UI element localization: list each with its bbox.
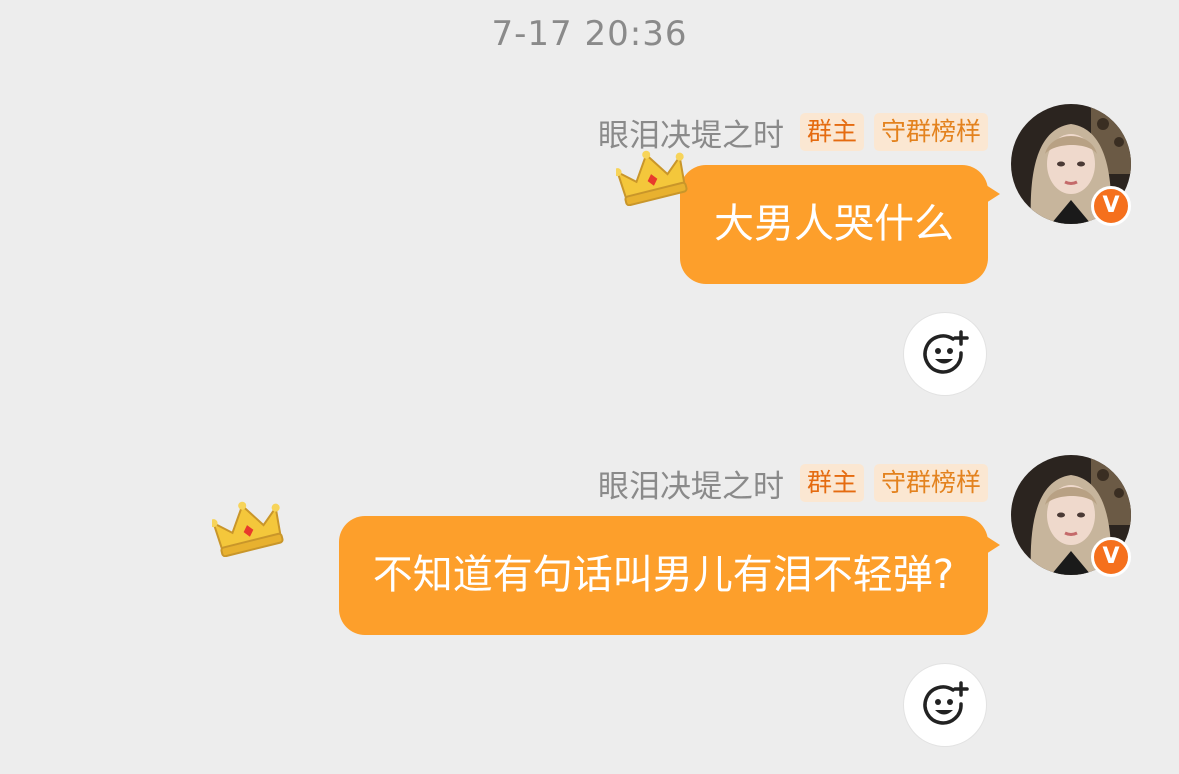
message-1: 眼泪决堤之时 群主 守群榜样 大男人哭什么 V (0, 104, 1179, 402)
owner-badge: 群主 (799, 113, 864, 151)
message-bubble[interactable]: 不知道有句话叫男儿有泪不轻弹? (338, 516, 1001, 635)
message-bubble[interactable]: 大男人哭什么 (680, 165, 1000, 284)
crown-icon (212, 501, 284, 557)
timestamp: 7-17 20:36 (491, 14, 688, 54)
sender-name[interactable]: 眼泪决堤之时 (598, 461, 784, 506)
crown-icon (616, 150, 688, 206)
add-reaction-icon (923, 330, 969, 374)
add-reaction-button[interactable] (904, 664, 986, 746)
verified-v-icon: V (1091, 537, 1131, 577)
owner-badge: 群主 (799, 464, 864, 502)
add-reaction-icon (923, 681, 969, 725)
role-badge: 守群榜样 (873, 113, 988, 151)
message-text: 不知道有句话叫男儿有泪不轻弹? (372, 552, 954, 598)
message-header: 眼泪决堤之时 群主 守群榜样 (598, 112, 988, 154)
message-text: 大男人哭什么 (714, 201, 954, 247)
add-reaction-button[interactable] (904, 313, 986, 395)
message-2: 眼泪决堤之时 群主 守群榜样 不知道有句话叫男儿有泪不轻弹? V (0, 455, 1179, 753)
verified-v-icon: V (1091, 186, 1131, 226)
message-header: 眼泪决堤之时 群主 守群榜样 (598, 461, 988, 506)
role-badge: 守群榜样 (873, 464, 988, 502)
